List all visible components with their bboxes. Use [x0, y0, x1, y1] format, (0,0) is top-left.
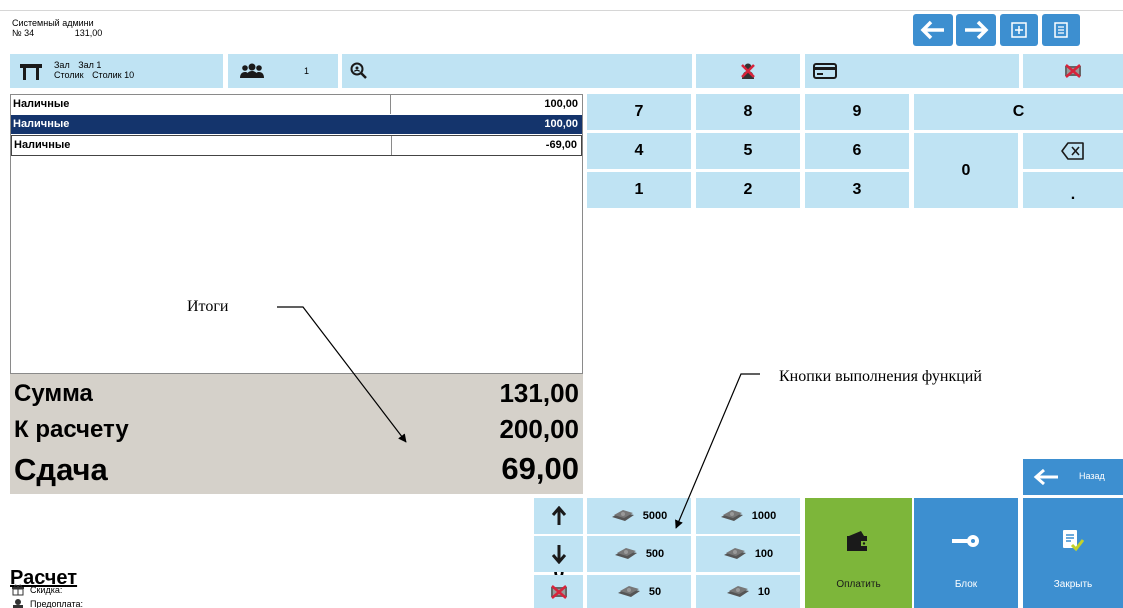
- table-label: Столик: [54, 70, 84, 80]
- next-button[interactable]: [956, 14, 996, 46]
- guests-selector[interactable]: 1: [228, 54, 338, 88]
- back-button[interactable]: Назад: [1023, 459, 1123, 495]
- sum-value: 131,00: [499, 378, 579, 408]
- user-name: Системный админи: [12, 18, 94, 28]
- prepayment-label: Предоплата:: [30, 599, 83, 608]
- plus-square-icon: [1011, 22, 1027, 38]
- key-dot[interactable]: .: [1023, 172, 1123, 208]
- table-value: Столик 10: [92, 70, 135, 80]
- discount-label: Скидка:: [30, 585, 63, 595]
- change-value: 69,00: [501, 451, 579, 486]
- menu-button[interactable]: [1042, 14, 1080, 46]
- arrow-down-icon: [551, 545, 566, 564]
- totals-annotation: Итоги: [187, 298, 229, 315]
- order-number: № 34: [12, 28, 35, 38]
- arrow-up-icon: [551, 506, 566, 525]
- payment-row[interactable]: Наличные 100,00: [11, 95, 582, 114]
- cancel-money-icon: [1065, 64, 1081, 78]
- key-3[interactable]: 3: [805, 172, 909, 208]
- add-button[interactable]: [1000, 14, 1038, 46]
- block-button[interactable]: Блок: [914, 498, 1018, 608]
- cancel-person-icon: [741, 63, 755, 79]
- guests-count: 1: [304, 66, 310, 76]
- function-buttons-annotation: Кнопки выполнения функций: [779, 368, 982, 385]
- amount-50-button[interactable]: 50: [587, 575, 691, 608]
- block-label: Блок: [954, 579, 978, 590]
- amount-100-button[interactable]: 100: [696, 536, 800, 572]
- amount-1000-button[interactable]: 1000: [696, 498, 800, 534]
- backspace-key[interactable]: [1023, 133, 1123, 169]
- due-value: 200,00: [499, 414, 579, 444]
- back-label: Назад: [1079, 471, 1105, 481]
- amount-500-button[interactable]: 500: [587, 536, 691, 572]
- prepayment-icon: [13, 599, 23, 608]
- table-icon: [20, 64, 42, 80]
- pay-label: Оплатить: [836, 579, 881, 590]
- search-icon: [350, 62, 367, 79]
- order-sum: 131,00: [74, 28, 103, 38]
- key-7[interactable]: 7: [587, 94, 691, 130]
- table-selector[interactable]: Зал Зал 1 Столик Столик 10: [10, 54, 223, 88]
- key-0[interactable]: 0: [914, 133, 1018, 208]
- amount-5000-button[interactable]: 5000: [587, 498, 691, 534]
- money-icon: [611, 510, 634, 521]
- money-icon: [726, 585, 749, 597]
- arrow-left-icon: [920, 20, 944, 40]
- due-label: К расчету: [14, 416, 129, 443]
- scroll-up-button[interactable]: [534, 498, 583, 534]
- users-icon: [240, 63, 264, 78]
- top-divider: [0, 10, 1123, 11]
- scroll-down-button[interactable]: [534, 536, 583, 572]
- wallet-icon: [847, 531, 869, 551]
- remove-payment-button[interactable]: [534, 575, 583, 608]
- key-8[interactable]: 8: [696, 94, 800, 130]
- arrow-left-icon: [1033, 468, 1058, 486]
- order-header: Системный админи № 34 131,00: [12, 18, 102, 38]
- money-icon: [723, 548, 746, 559]
- totals-panel: Сумма 131,00 К расчету 200,00 Сдача 69,0…: [10, 374, 583, 494]
- hall-label: Зал: [54, 60, 70, 70]
- receipt-check-icon: [1063, 530, 1084, 552]
- money-icon: [720, 510, 743, 521]
- key-4[interactable]: 4: [587, 133, 691, 169]
- amount-10-button[interactable]: 10: [696, 575, 800, 608]
- cancel-payment-button[interactable]: [1023, 54, 1123, 88]
- credit-card-icon: [813, 63, 837, 79]
- key-9[interactable]: 9: [805, 94, 909, 130]
- close-button[interactable]: Закрыть: [1023, 498, 1123, 608]
- payments-list[interactable]: Наличные 100,00 Наличные 100,00 Наличные…: [10, 94, 583, 374]
- cancel-money-icon: [550, 584, 567, 599]
- key-2[interactable]: 2: [696, 172, 800, 208]
- key-1[interactable]: 1: [587, 172, 691, 208]
- pay-button[interactable]: Оплатить: [805, 498, 912, 608]
- backspace-icon: [1061, 142, 1084, 160]
- change-label: Сдача: [14, 452, 108, 487]
- key-6[interactable]: 6: [805, 133, 909, 169]
- card-payment-button[interactable]: [805, 54, 1019, 88]
- sum-label: Сумма: [14, 380, 93, 407]
- key-5[interactable]: 5: [696, 133, 800, 169]
- arrow-right-icon: [965, 20, 989, 40]
- document-icon: [1054, 22, 1068, 38]
- cancel-guest-button[interactable]: [696, 54, 800, 88]
- money-icon: [614, 548, 637, 559]
- key-clear[interactable]: C: [914, 94, 1123, 130]
- close-label: Закрыть: [1053, 579, 1093, 590]
- money-icon: [617, 585, 640, 597]
- payment-row-selected[interactable]: Наличные 100,00: [11, 115, 582, 134]
- key-icon: [952, 535, 979, 547]
- hall-value: Зал 1: [78, 60, 102, 70]
- gift-icon: [12, 584, 24, 596]
- payment-row[interactable]: Наличные -69,00: [11, 135, 582, 156]
- search-bar[interactable]: [342, 54, 692, 88]
- prev-button[interactable]: [913, 14, 953, 46]
